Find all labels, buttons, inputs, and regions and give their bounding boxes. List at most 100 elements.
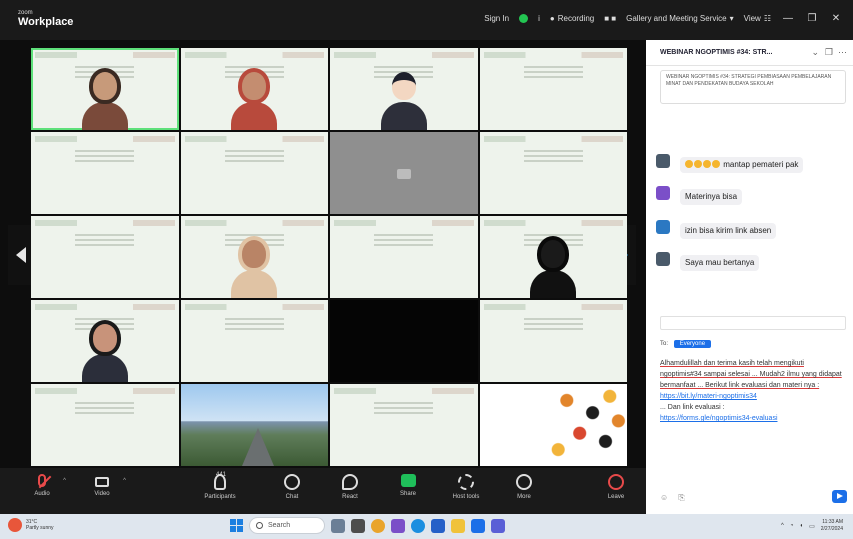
more-button[interactable]: More	[504, 474, 544, 500]
participant-tile[interactable]	[31, 300, 179, 382]
message-bubble: mantap pemateri pak	[680, 157, 804, 173]
send-button[interactable]	[832, 490, 847, 503]
view-label: View	[743, 14, 761, 23]
chevron-up-icon[interactable]: ^	[781, 523, 784, 529]
attach-file-icon[interactable]: ⎘	[678, 493, 684, 502]
participant-tile[interactable]	[479, 300, 627, 382]
maximize-button[interactable]: ❐	[805, 13, 819, 24]
participant-tile[interactable]	[330, 300, 478, 382]
battery-icon[interactable]: ▭	[809, 523, 815, 530]
participant-tile[interactable]	[330, 216, 478, 298]
slide-header	[35, 388, 175, 394]
slide-header	[35, 220, 175, 226]
chrome-icon[interactable]	[371, 518, 385, 533]
recipient-dropdown[interactable]: Everyone	[673, 340, 712, 348]
participant-tile[interactable]	[479, 132, 627, 214]
compose-link-materi[interactable]: https://bit.ly/materi-ngoptimis34	[660, 391, 846, 402]
meeting-toolbar: ^ Audio ^ Video 441 Participants Chat Re…	[0, 468, 646, 514]
share-label: Share	[399, 491, 416, 497]
leave-button[interactable]: Leave	[596, 474, 636, 500]
participant-tile[interactable]	[180, 216, 328, 298]
participant-tile[interactable]	[180, 48, 328, 130]
share-screen-icon	[400, 474, 416, 487]
participant-tile[interactable]	[31, 132, 179, 214]
avatar	[656, 252, 670, 266]
slide-header	[184, 136, 324, 142]
participant-tile[interactable]	[330, 48, 478, 130]
clock[interactable]: 11:33 AM 2/27/2024	[821, 519, 843, 533]
security-shield[interactable]	[519, 14, 529, 23]
poster-graphic	[541, 384, 627, 466]
chevron-up-icon[interactable]: ^	[63, 478, 66, 484]
participant-tile[interactable]	[180, 300, 328, 382]
participant-tile[interactable]	[180, 384, 328, 466]
participant-tile[interactable]	[479, 216, 627, 298]
chat-header: WEBINAR NGOPTIMIS #34: STR... ⌄ ❐ ⋯	[646, 40, 853, 66]
slide-text	[224, 318, 284, 333]
slide-text	[523, 66, 583, 81]
participant-tile[interactable]	[479, 48, 627, 130]
audio-button[interactable]: ^ Audio	[22, 474, 66, 497]
participant-tile[interactable]	[330, 384, 478, 466]
message-bubble: Saya mau bertanya	[680, 255, 760, 271]
avatar	[656, 186, 670, 200]
host-tools-button[interactable]: Host tools	[446, 474, 486, 500]
file-explorer-icon[interactable]	[451, 518, 465, 533]
speaker-icon[interactable]: ◖	[799, 523, 803, 529]
chat-button[interactable]: Chat	[272, 474, 312, 500]
recipient-row: To: Everyone	[660, 340, 712, 348]
weather-desc: Partly sunny	[26, 525, 54, 531]
chevron-down-icon[interactable]: ⌄	[811, 47, 819, 58]
slide-header	[184, 52, 324, 58]
more-icon[interactable]: ⋯	[838, 47, 847, 58]
app-icon[interactable]	[351, 518, 365, 533]
app-brand: zoom Workplace	[18, 10, 73, 28]
pinned-message[interactable]: WEBINAR NGOPTIMIS #34: STRATEGI PEMBIASA…	[660, 70, 846, 104]
participant-tile[interactable]	[31, 384, 179, 466]
message-text: Materinya bisa	[685, 192, 738, 201]
participants-label: Participants	[204, 494, 236, 500]
captions-icon[interactable]: ■ ■	[604, 14, 616, 23]
slide-header	[35, 52, 175, 58]
task-view-icon[interactable]	[331, 518, 345, 533]
emoji-icon[interactable]: ☺	[660, 493, 668, 502]
windows-start-icon[interactable]	[230, 519, 243, 532]
thumbs-up-emoji-icon	[712, 160, 720, 168]
participant-tile[interactable]	[330, 132, 478, 214]
pop-out-icon[interactable]: ❐	[825, 47, 833, 58]
app-icon[interactable]	[391, 518, 405, 533]
participant-tile[interactable]	[180, 132, 328, 214]
slide-header	[184, 220, 324, 226]
reply-input[interactable]	[660, 316, 846, 330]
participant-tile[interactable]	[479, 384, 627, 466]
sign-in-button[interactable]: Sign In	[484, 14, 509, 23]
avatar	[380, 68, 427, 130]
edge-icon[interactable]	[411, 518, 425, 533]
teams-icon[interactable]	[491, 518, 505, 533]
participant-tile[interactable]	[31, 48, 179, 130]
minimize-button[interactable]: —	[781, 13, 795, 24]
slide-header	[483, 136, 623, 142]
compose-link-evaluasi[interactable]: https://forms.gle/ngoptimis34-evaluasi	[660, 413, 846, 424]
participants-button[interactable]: 441 Participants	[200, 472, 240, 500]
chat-bubble-icon	[284, 474, 300, 490]
view-button[interactable]: View ☷	[744, 14, 771, 23]
taskbar-search[interactable]: Search	[249, 517, 325, 534]
audio-label: Audio	[34, 491, 50, 497]
zoom-icon[interactable]	[471, 518, 485, 533]
network-icon[interactable]: ◔	[790, 523, 794, 529]
system-tray: ^ ◔ ◖ ▭ 11:33 AM 2/27/2024	[781, 519, 843, 533]
chevron-up-icon[interactable]: ^	[123, 478, 126, 484]
weather-widget[interactable]: 31°C Partly sunny	[8, 518, 54, 532]
recording-indicator[interactable]: ● Recording	[550, 14, 594, 23]
meeting-name-dropdown[interactable]: Gallery and Meeting Service ▾	[626, 14, 734, 23]
react-button[interactable]: React	[330, 474, 370, 500]
share-button[interactable]: Share	[388, 474, 428, 497]
info-icon[interactable]: i	[538, 14, 540, 23]
video-button[interactable]: ^ Video	[82, 474, 126, 497]
participant-video	[81, 320, 128, 382]
close-button[interactable]: ✕	[829, 13, 843, 24]
store-icon[interactable]	[431, 518, 445, 533]
participant-tile[interactable]	[31, 216, 179, 298]
message-composer[interactable]: Alhamdulillah dan terima kasih telah men…	[660, 358, 846, 424]
